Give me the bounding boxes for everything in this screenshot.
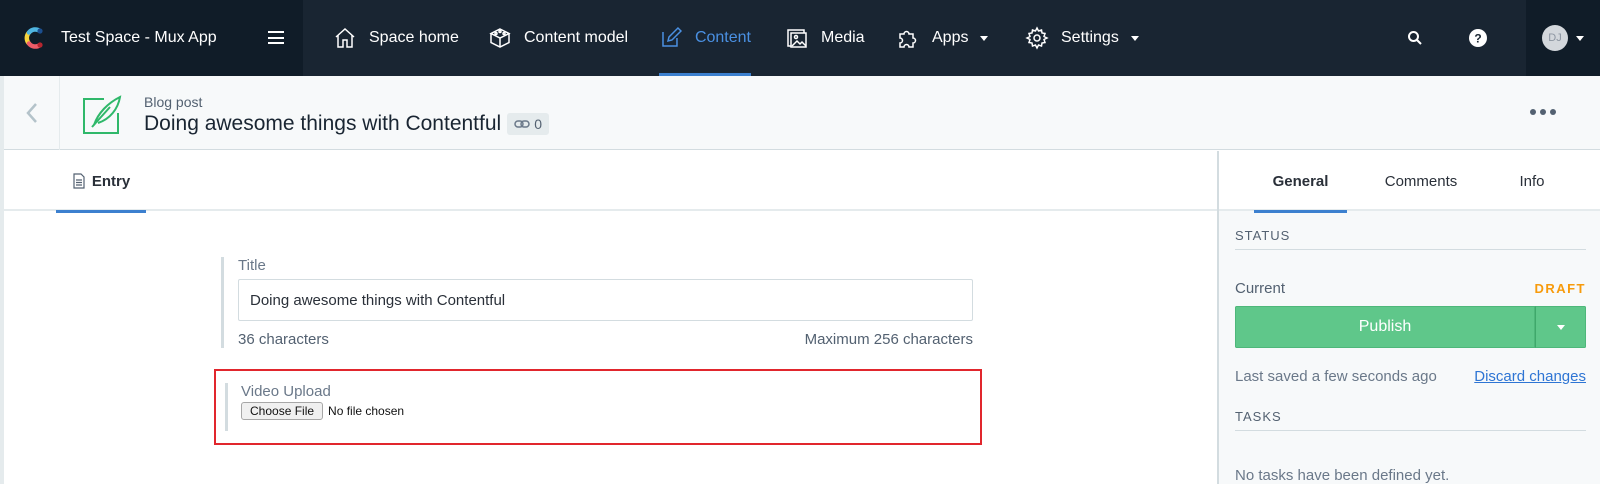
avatar: DJ xyxy=(1542,25,1568,51)
link-icon xyxy=(514,120,530,128)
pencil-icon xyxy=(662,26,683,47)
tab-general[interactable]: General xyxy=(1254,151,1347,213)
chevron-down-icon xyxy=(1556,324,1565,330)
entry-title: Doing awesome things with Contentful 0 xyxy=(144,112,549,136)
image-icon xyxy=(787,29,807,48)
nav-space-home[interactable]: Space home xyxy=(333,0,459,76)
publish-button-group: Publish xyxy=(1235,306,1586,348)
entry-header: Blog post Doing awesome things with Cont… xyxy=(4,76,1600,150)
nav-apps[interactable]: Apps xyxy=(896,0,989,76)
choose-file-button[interactable]: Choose File xyxy=(241,402,324,420)
nav-content-model[interactable]: Content model xyxy=(488,0,628,76)
links-badge[interactable]: 0 xyxy=(507,113,549,135)
char-count-row: 36 characters Maximum 256 characters xyxy=(238,331,973,348)
entry-title-text: Doing awesome things with Contentful xyxy=(144,112,502,135)
space-switcher[interactable]: Test Space - Mux App xyxy=(0,0,303,76)
tab-info[interactable]: Info xyxy=(1495,151,1569,211)
sidebar-tabs: General Comments Info xyxy=(1219,151,1600,213)
entry-sidebar: General Comments Info STATUS Current DRA… xyxy=(1217,151,1600,484)
tasks-heading: TASKS xyxy=(1235,409,1586,431)
contentful-logo-icon xyxy=(24,27,43,49)
links-count: 0 xyxy=(534,116,542,132)
current-label: Current xyxy=(1235,280,1286,297)
file-input-row: Choose File No file chosen xyxy=(241,402,404,420)
title-input[interactable]: Doing awesome things with Contentful xyxy=(238,279,973,321)
chevron-down-icon xyxy=(980,35,989,41)
nav-media[interactable]: Media xyxy=(785,0,865,76)
box-icon xyxy=(489,28,511,48)
chevron-down-icon xyxy=(1130,35,1139,41)
nav-label: Space home xyxy=(369,29,459,46)
title-field: Title Doing awesome things with Contentf… xyxy=(221,257,973,348)
file-status: No file chosen xyxy=(328,404,405,418)
max-char-hint: Maximum 256 characters xyxy=(804,331,973,348)
nav-settings[interactable]: Settings xyxy=(1025,0,1139,76)
gear-icon xyxy=(1025,26,1049,50)
char-count: 36 characters xyxy=(238,331,329,348)
puzzle-icon xyxy=(899,30,917,48)
no-tasks-text: No tasks have been defined yet. xyxy=(1235,467,1450,484)
editor-tabs: Entry xyxy=(4,151,1217,213)
top-navigation: Test Space - Mux App Space home Content … xyxy=(0,0,1600,76)
title-label: Title xyxy=(238,257,266,274)
last-saved-text: Last saved a few seconds ago xyxy=(1235,368,1437,385)
feather-pen-icon xyxy=(83,95,122,134)
document-icon xyxy=(73,173,85,189)
nav-label: Settings xyxy=(1061,29,1119,46)
save-status-row: Last saved a few seconds ago Discard cha… xyxy=(1235,368,1586,385)
nav-label: Content xyxy=(694,29,751,46)
tab-entry-label: Entry xyxy=(91,172,131,190)
chevron-down-icon xyxy=(1576,35,1584,41)
video-upload-label: Video Upload xyxy=(241,383,331,400)
account-menu[interactable]: DJ xyxy=(1526,0,1600,76)
more-actions-icon[interactable] xyxy=(1530,104,1560,120)
status-badge: DRAFT xyxy=(1534,281,1586,296)
hamburger-icon[interactable] xyxy=(268,31,284,44)
svg-text:?: ? xyxy=(1474,32,1481,46)
tab-comments[interactable]: Comments xyxy=(1362,151,1480,211)
house-icon xyxy=(335,27,355,48)
nav-label: Media xyxy=(821,29,865,46)
discard-changes-link[interactable]: Discard changes xyxy=(1474,368,1586,385)
video-upload-field: Video Upload Choose File No file chosen xyxy=(225,383,404,431)
status-row: Current DRAFT xyxy=(1235,280,1586,297)
content-type-name: Blog post xyxy=(144,94,203,110)
nav-label: Apps xyxy=(932,29,969,46)
tab-entry[interactable]: Entry xyxy=(56,151,146,213)
help-icon[interactable]: ? xyxy=(1466,26,1490,50)
status-heading: STATUS xyxy=(1235,228,1586,250)
chevron-left-icon xyxy=(25,103,37,123)
search-icon[interactable] xyxy=(1403,26,1427,50)
publish-button[interactable]: Publish xyxy=(1235,306,1535,348)
nav-label: Content model xyxy=(524,29,629,46)
back-button[interactable] xyxy=(4,76,60,150)
nav-content[interactable]: Content xyxy=(659,0,751,76)
publish-options-button[interactable] xyxy=(1535,306,1586,348)
space-title: Test Space - Mux App xyxy=(61,29,217,46)
